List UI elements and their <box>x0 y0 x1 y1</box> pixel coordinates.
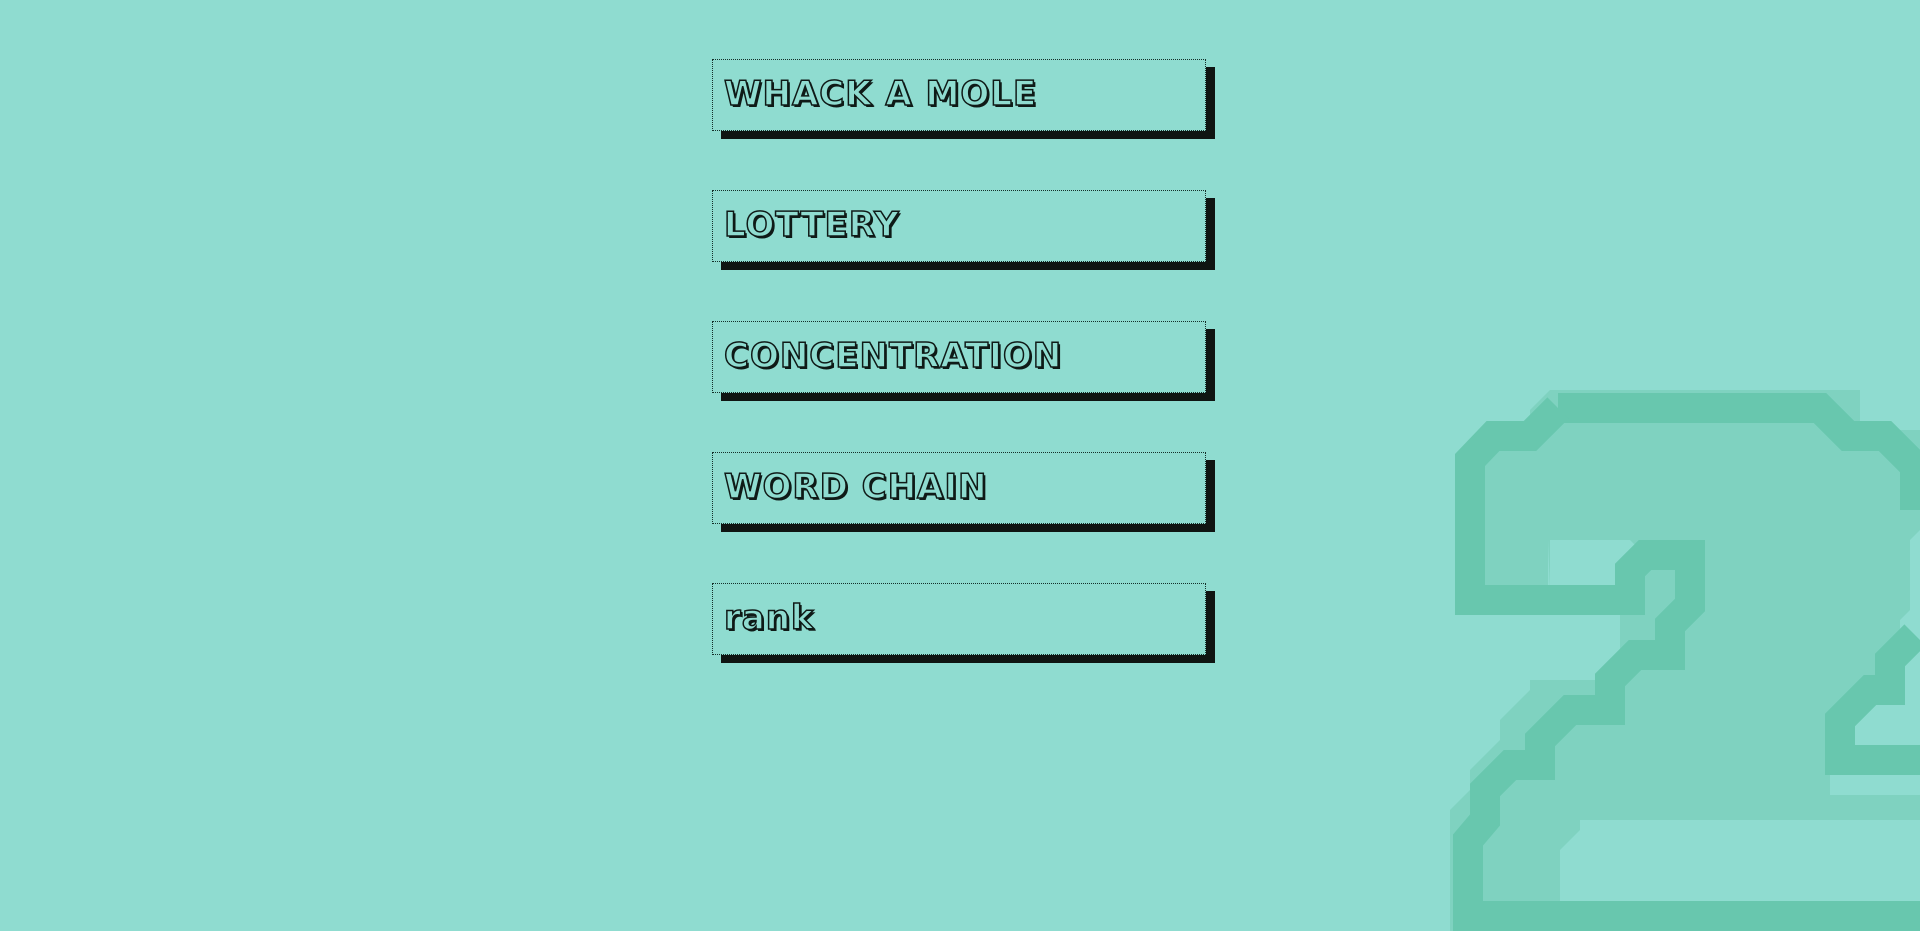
rank-label: rank <box>723 597 815 639</box>
concentration-label: CONCENTRATION <box>723 335 1063 377</box>
background-number-two-icon <box>1450 390 1920 931</box>
whack-a-mole-label: WHACK A MOLE <box>723 73 1038 115</box>
concentration-button[interactable]: CONCENTRATION <box>712 321 1206 393</box>
word-chain-button[interactable]: WORD CHAIN <box>712 452 1206 524</box>
game-menu: WHACK A MOLE LOTTERY CONCENTRATION WORD … <box>712 59 1220 655</box>
rank-button[interactable]: rank <box>712 583 1206 655</box>
lottery-button[interactable]: LOTTERY <box>712 190 1206 262</box>
word-chain-label: WORD CHAIN <box>723 466 988 508</box>
lottery-label: LOTTERY <box>723 204 900 246</box>
whack-a-mole-button[interactable]: WHACK A MOLE <box>712 59 1206 131</box>
